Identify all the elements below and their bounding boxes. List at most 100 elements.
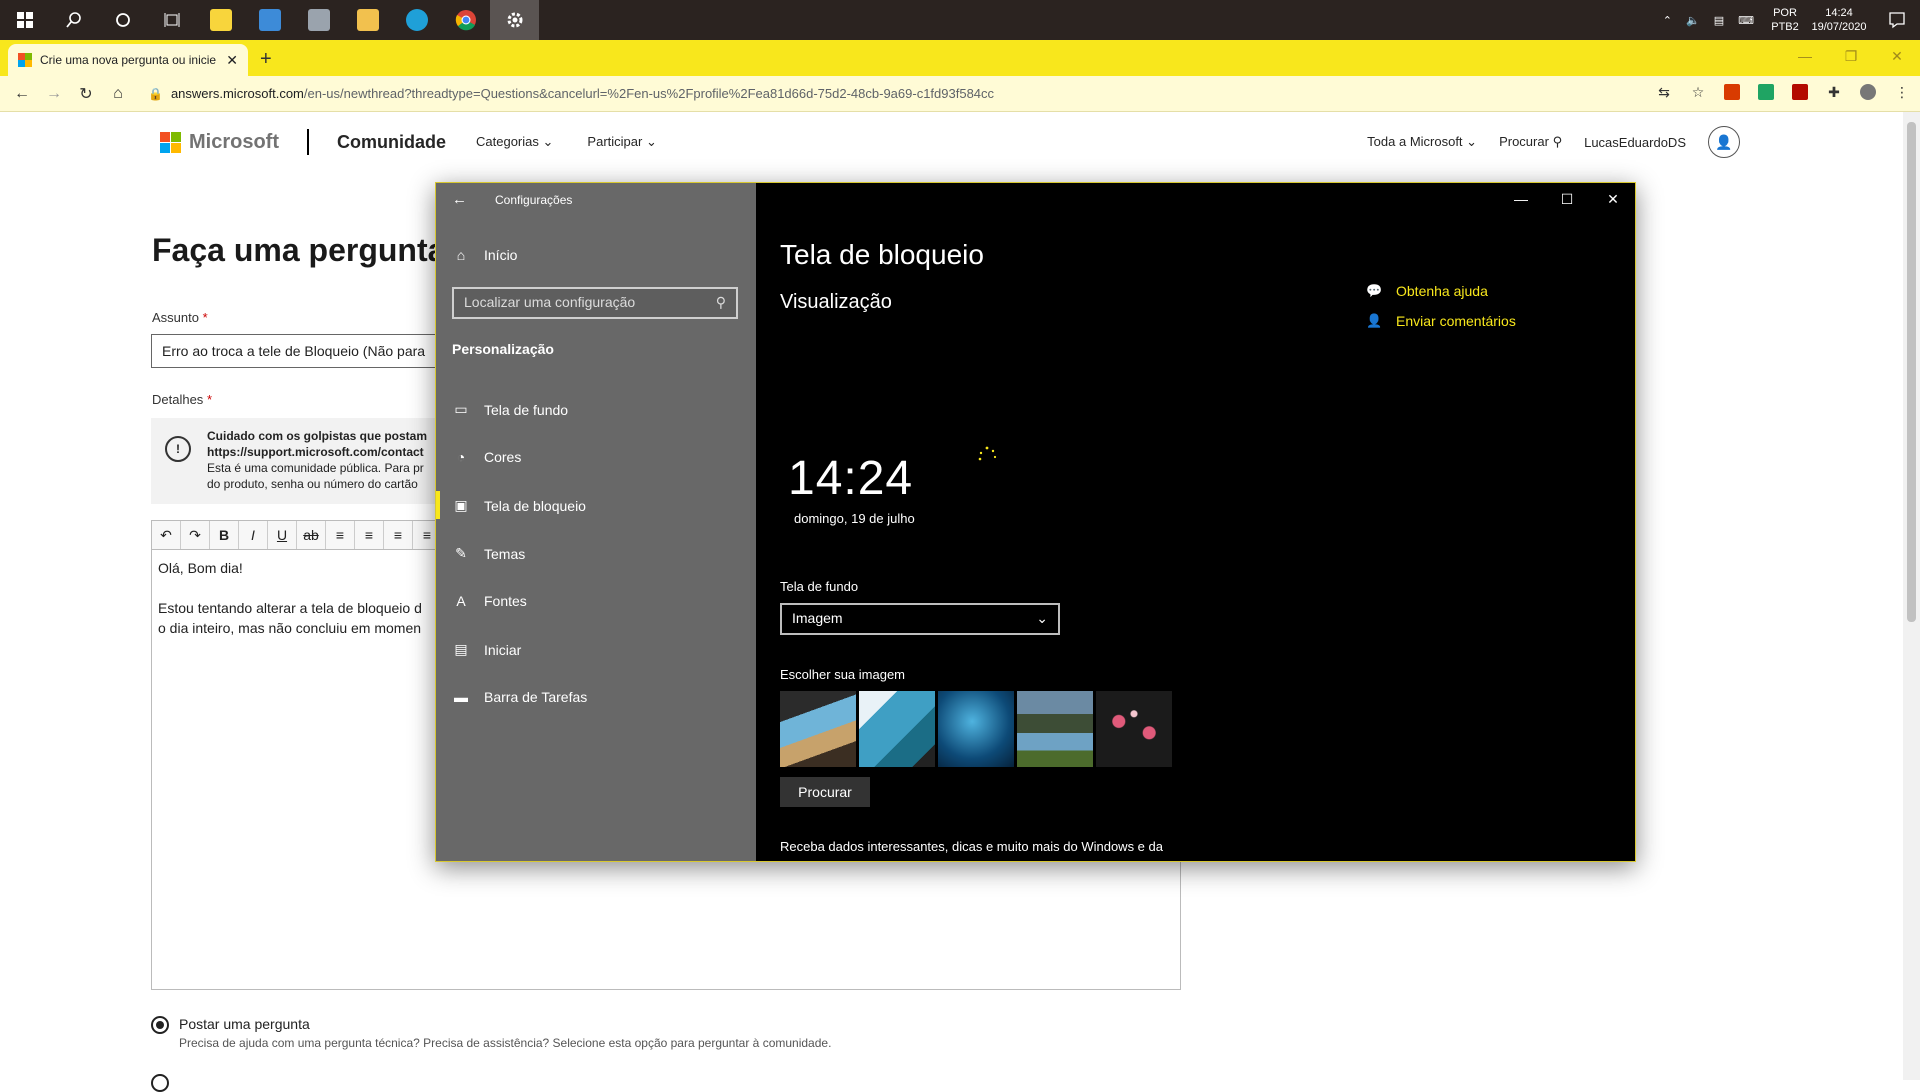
community-link[interactable]: Comunidade bbox=[337, 132, 446, 153]
nav-participate[interactable]: Participar ⌄ bbox=[587, 134, 656, 150]
redo-icon[interactable]: ↷ bbox=[181, 521, 210, 549]
microsoft-logo-icon[interactable] bbox=[160, 131, 181, 153]
italic-icon[interactable]: I bbox=[239, 521, 268, 549]
sidebar-item-themes[interactable]: ✎ Temas bbox=[452, 545, 525, 562]
restore-icon[interactable]: ❐ bbox=[1828, 40, 1874, 76]
avatar[interactable]: 👤 bbox=[1708, 126, 1740, 158]
new-tab-button[interactable]: + bbox=[260, 48, 272, 71]
close-icon[interactable]: ✕ bbox=[1590, 183, 1636, 215]
network-icon[interactable] bbox=[294, 0, 343, 40]
back-icon[interactable]: ← bbox=[6, 85, 38, 103]
file-explorer-icon[interactable] bbox=[343, 0, 392, 40]
warning-link[interactable]: https://support.microsoft.com/contact bbox=[207, 444, 427, 460]
picture-icon: ▭ bbox=[454, 401, 468, 417]
underline-icon[interactable]: U bbox=[268, 521, 297, 549]
brand-name[interactable]: Microsoft bbox=[189, 131, 279, 154]
back-arrow-icon[interactable]: ← bbox=[452, 191, 467, 208]
sidebar-item-background[interactable]: ▭ Tela de fundo bbox=[452, 401, 568, 418]
cortana-icon[interactable] bbox=[98, 0, 147, 40]
close-icon[interactable]: ✕ bbox=[1874, 40, 1920, 76]
input-language[interactable]: POR PTB2 bbox=[1766, 6, 1804, 34]
chevron-down-icon: ⌄ bbox=[1466, 134, 1478, 149]
start-menu-icon: ▤ bbox=[454, 641, 468, 657]
volume-icon[interactable]: 🔈 bbox=[1686, 14, 1700, 27]
bold-icon[interactable]: B bbox=[210, 521, 239, 549]
sidebar-item-lock-screen[interactable]: ▣ Tela de bloqueio bbox=[436, 491, 586, 519]
background-label: Tela de fundo bbox=[780, 579, 859, 594]
thumbnail-beach-cave[interactable] bbox=[780, 691, 856, 767]
radio-title: Postar uma pergunta bbox=[179, 1016, 310, 1032]
bookmark-star-icon[interactable]: ☆ bbox=[1690, 84, 1706, 100]
microsoft-favicon bbox=[18, 53, 32, 67]
reload-icon[interactable]: ↻ bbox=[70, 84, 102, 104]
align-right-icon[interactable]: ≡ bbox=[384, 521, 413, 549]
post-question-option[interactable]: Postar uma pergunta Precisa de ajuda com… bbox=[151, 1016, 831, 1050]
help-links: 💬 Obtenha ajuda 👤 Enviar comentários bbox=[1366, 283, 1516, 343]
all-microsoft-menu[interactable]: Toda a Microsoft ⌄ bbox=[1367, 134, 1477, 150]
menu-dots-icon[interactable]: ⋮ bbox=[1894, 84, 1910, 100]
align-center-icon[interactable]: ≡ bbox=[355, 521, 384, 549]
close-tab-icon[interactable]: ✕ bbox=[226, 52, 238, 69]
radio-button-selected[interactable] bbox=[151, 1016, 169, 1034]
remote-desktop-icon[interactable] bbox=[245, 0, 294, 40]
search-icon[interactable] bbox=[49, 0, 98, 40]
radio-button-unselected[interactable] bbox=[151, 1074, 169, 1092]
scrollbar-thumb[interactable] bbox=[1907, 122, 1916, 622]
start-icon[interactable] bbox=[0, 0, 49, 40]
drive-extension-icon[interactable] bbox=[1758, 84, 1774, 100]
url-field[interactable]: 🔒 answers.microsoft.com /en-us/newthread… bbox=[148, 86, 994, 101]
settings-icon[interactable] bbox=[490, 0, 539, 40]
office-extension-icon[interactable] bbox=[1724, 84, 1740, 100]
extensions-puzzle-icon[interactable]: ✚ bbox=[1826, 84, 1842, 100]
undo-icon[interactable]: ↶ bbox=[152, 521, 181, 549]
maximize-icon[interactable]: ☐ bbox=[1544, 183, 1590, 215]
profile-icon[interactable] bbox=[1860, 84, 1876, 100]
site-search-button[interactable]: Procurar ⚲ bbox=[1499, 134, 1562, 150]
forward-icon[interactable]: → bbox=[38, 85, 70, 103]
thumbnail-sky-rocks[interactable] bbox=[859, 691, 935, 767]
align-left-icon[interactable]: ≡ bbox=[326, 521, 355, 549]
pdf-extension-icon[interactable] bbox=[1792, 84, 1808, 100]
background-dropdown[interactable]: Imagem ⌄ bbox=[780, 603, 1060, 635]
thumbnail-lake-mountains[interactable] bbox=[1017, 691, 1093, 767]
sidebar-item-start[interactable]: ▤ Iniciar bbox=[452, 641, 521, 658]
subject-input[interactable]: Erro ao troca a tele de Bloqueio (Não pa… bbox=[151, 334, 451, 368]
browser-tab[interactable]: Crie uma nova pergunta ou inicie uma dis… bbox=[8, 44, 248, 76]
minimize-icon[interactable]: — bbox=[1498, 183, 1544, 215]
taskbar-clock[interactable]: 14:24 19/07/2020 bbox=[1804, 6, 1874, 34]
sidebar-item-fonts[interactable]: A Fontes bbox=[452, 593, 527, 609]
minimize-icon[interactable]: — bbox=[1782, 40, 1828, 76]
sidebar-item-taskbar[interactable]: ▬ Barra de Tarefas bbox=[452, 689, 587, 705]
home-icon[interactable]: ⌂ bbox=[102, 85, 134, 103]
sidebar-item-label: Início bbox=[484, 247, 518, 263]
chrome-icon[interactable] bbox=[441, 0, 490, 40]
clock-time: 14:24 bbox=[1825, 7, 1853, 19]
edge-icon[interactable] bbox=[392, 0, 441, 40]
font-icon: A bbox=[456, 593, 466, 609]
browse-button[interactable]: Procurar bbox=[780, 777, 870, 807]
network-status-icon[interactable]: ▤ bbox=[1714, 14, 1724, 27]
page-scrollbar[interactable] bbox=[1903, 112, 1920, 1080]
thumbnail-underwater[interactable] bbox=[938, 691, 1014, 767]
sidebar-item-label: Fontes bbox=[484, 593, 527, 609]
sidebar-item-label: Tela de fundo bbox=[484, 401, 569, 418]
nav-participate-label: Participar bbox=[587, 134, 643, 149]
username[interactable]: LucasEduardoDS bbox=[1584, 135, 1686, 150]
action-center-icon[interactable] bbox=[1874, 11, 1920, 29]
sticky-notes-icon[interactable] bbox=[196, 0, 245, 40]
get-help-link[interactable]: 💬 Obtenha ajuda bbox=[1366, 283, 1516, 299]
sidebar-item-home[interactable]: ⌂ Início bbox=[452, 247, 518, 263]
send-feedback-link[interactable]: 👤 Enviar comentários bbox=[1366, 313, 1516, 329]
settings-content: — ☐ ✕ Tela de bloqueio Visualização 💬 Obt… bbox=[756, 183, 1636, 861]
translate-icon[interactable]: ⇆ bbox=[1656, 84, 1672, 100]
lock-icon[interactable]: 🔒 bbox=[148, 87, 163, 101]
settings-search-input[interactable]: Localizar uma configuração ⚲ bbox=[452, 287, 738, 319]
warning-text-1: Esta é uma comunidade pública. Para pr bbox=[207, 461, 424, 475]
nav-categories[interactable]: Categorias ⌄ bbox=[476, 134, 553, 150]
thumbnail-flowers[interactable] bbox=[1096, 691, 1172, 767]
chevron-up-icon[interactable]: ⌃ bbox=[1663, 14, 1672, 27]
task-view-icon[interactable] bbox=[147, 0, 196, 40]
sidebar-item-colors[interactable]: ◔ Cores bbox=[452, 449, 522, 465]
strikethrough-icon[interactable]: ab bbox=[297, 521, 326, 549]
keyboard-icon[interactable]: ⌨ bbox=[1738, 14, 1754, 27]
